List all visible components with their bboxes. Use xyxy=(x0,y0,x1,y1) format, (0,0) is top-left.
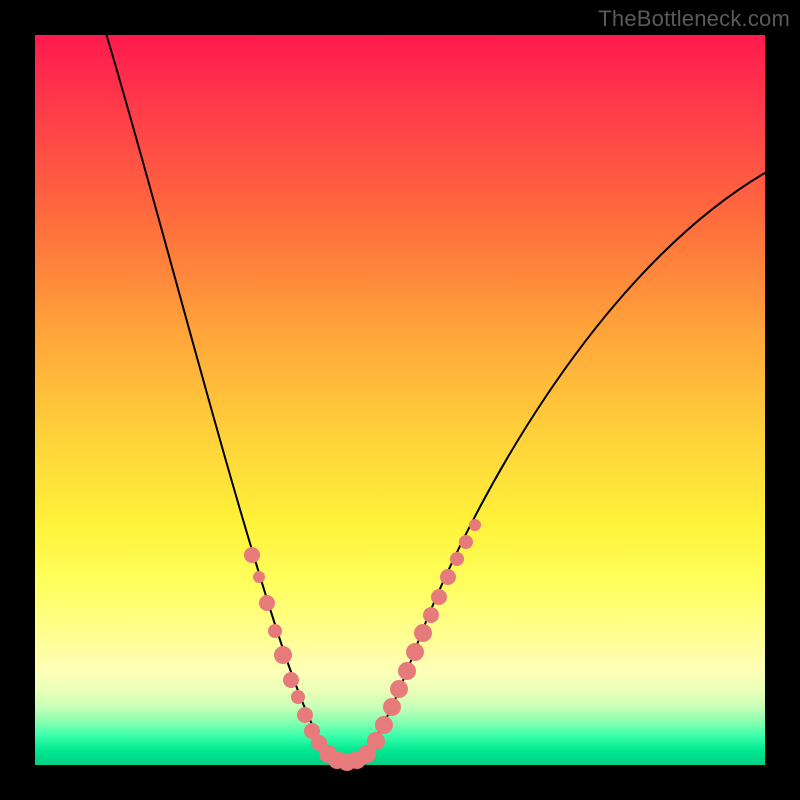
marker-dot xyxy=(283,672,299,688)
marker-dot xyxy=(398,662,416,680)
marker-dot xyxy=(291,690,305,704)
chart-frame: TheBottleneck.com xyxy=(0,0,800,800)
bottleneck-curve xyxy=(105,30,770,762)
plot-area xyxy=(35,35,765,765)
marker-dot xyxy=(375,716,393,734)
curve-svg xyxy=(35,35,765,765)
marker-dot xyxy=(244,547,260,563)
marker-dot xyxy=(259,595,275,611)
marker-dot xyxy=(383,698,401,716)
marker-dot xyxy=(414,624,432,642)
marker-dot xyxy=(274,646,292,664)
marker-dot xyxy=(406,643,424,661)
marker-dot xyxy=(440,569,456,585)
marker-dot xyxy=(450,552,464,566)
marker-group xyxy=(244,519,481,771)
marker-dot xyxy=(390,680,408,698)
marker-dot xyxy=(367,732,385,750)
marker-dot xyxy=(469,519,481,531)
marker-dot xyxy=(268,624,282,638)
marker-dot xyxy=(297,707,313,723)
marker-dot xyxy=(431,589,447,605)
marker-dot xyxy=(459,535,473,549)
marker-dot xyxy=(423,607,439,623)
watermark-text: TheBottleneck.com xyxy=(598,6,790,32)
marker-dot xyxy=(253,571,265,583)
